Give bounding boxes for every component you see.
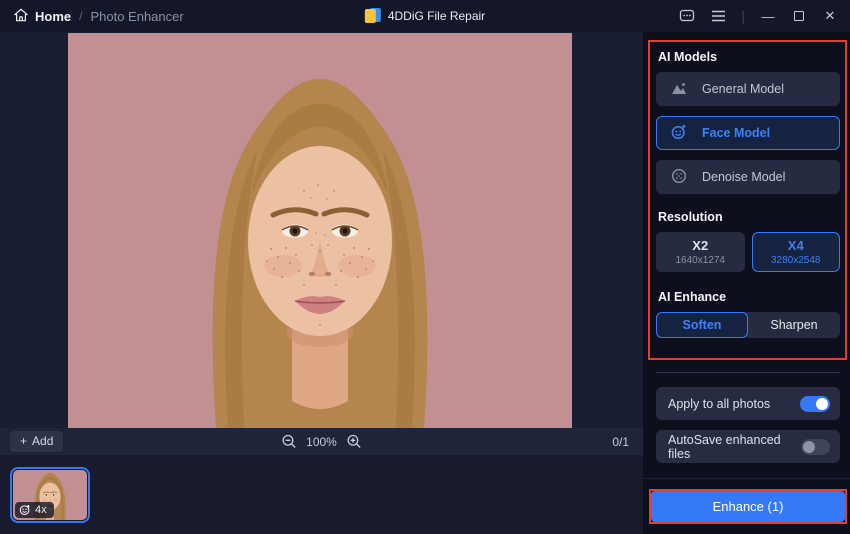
denoise-model-icon: [671, 168, 687, 187]
model-button-label: General Model: [702, 82, 784, 96]
app-title: 4DDiG File Repair: [364, 8, 486, 24]
autosave-label: AutoSave enhanced files: [668, 432, 781, 461]
toggle-knob: [803, 440, 816, 453]
scale-badge: 4x: [15, 502, 54, 518]
breadcrumb-separator: /: [79, 9, 83, 23]
zoom-in-icon[interactable]: [347, 434, 362, 449]
breadcrumb-page-label: Photo Enhancer: [90, 8, 184, 24]
apply-all-panel: Apply to all photos: [656, 387, 840, 420]
toggle-knob: [816, 397, 828, 410]
viewer-area: + Add 100% 0/1 4x: [0, 32, 643, 534]
apply-all-toggle[interactable]: [800, 395, 830, 412]
zoom-controls: 100%: [281, 434, 362, 449]
settings-sidebar: AI Models General Model Face Model Denoi…: [643, 32, 850, 534]
resolution-size: 3280x2548: [771, 255, 821, 266]
feedback-icon[interactable]: [679, 8, 695, 24]
model-button-face[interactable]: Face Model: [656, 116, 840, 150]
model-button-label: Face Model: [702, 126, 771, 140]
autosave-toggle[interactable]: [801, 438, 830, 455]
menu-icon[interactable]: [710, 8, 726, 24]
home-button[interactable]: Home: [14, 8, 71, 25]
add-button-label: Add: [32, 434, 54, 448]
sidebar-divider: [656, 372, 840, 373]
titlebar: Home / Photo Enhancer 4DDiG File Repair …: [0, 0, 850, 32]
plus-icon: +: [20, 434, 28, 448]
scale-badge-label: 4x: [35, 504, 47, 516]
breadcrumb: Home / Photo Enhancer: [0, 8, 184, 25]
close-button[interactable]: ✕: [822, 8, 838, 24]
photo-preview: [68, 33, 572, 428]
ai-models-heading: AI Models: [658, 50, 718, 64]
resolution-heading: Resolution: [658, 210, 723, 224]
app-logo-icon: [364, 8, 381, 24]
image-model-icon: [671, 81, 687, 98]
viewer-toolbar: + Add 100% 0/1: [0, 428, 643, 455]
model-button-general[interactable]: General Model: [656, 72, 840, 106]
model-button-label: Denoise Model: [702, 170, 786, 184]
add-button[interactable]: + Add: [10, 431, 64, 452]
ai-enhance-heading: AI Enhance: [658, 290, 727, 304]
autosave-panel: AutoSave enhanced files: [656, 430, 840, 463]
ai-enhance-segmented-control: Soften Sharpen: [656, 312, 840, 338]
enhanced-counter: 0/1: [612, 434, 629, 449]
home-label: Home: [35, 8, 72, 24]
maximize-button[interactable]: [791, 8, 807, 24]
filmstrip: 4x: [0, 455, 643, 534]
home-icon: [14, 8, 28, 25]
app-title-label: 4DDiG File Repair: [387, 9, 486, 23]
highlighted-enhance-box: Enhance (1): [649, 489, 847, 524]
zoom-level: 100%: [306, 434, 337, 449]
soften-option[interactable]: Soften: [656, 312, 748, 338]
resolution-x2-button[interactable]: X2 1640x1274: [656, 232, 745, 272]
highlighted-settings-box: AI Models General Model Face Model Denoi…: [648, 40, 847, 360]
sidebar-bottom-seam: [643, 478, 850, 479]
zoom-out-icon[interactable]: [281, 434, 296, 449]
resolution-label: X4: [787, 238, 804, 253]
model-button-denoise[interactable]: Denoise Model: [656, 160, 840, 194]
sharpen-option[interactable]: Sharpen: [748, 312, 840, 338]
resolution-x4-button[interactable]: X4 3280x2548: [751, 232, 840, 272]
resolution-label: X2: [692, 238, 709, 253]
face-badge-icon: [19, 504, 31, 516]
resolution-size: 1640x1274: [675, 255, 726, 266]
resolution-options: X2 1640x1274 X4 3280x2548: [656, 232, 840, 272]
face-model-icon: [671, 124, 687, 143]
minimize-button[interactable]: —: [760, 8, 776, 24]
window-controls: | — ✕: [679, 0, 838, 32]
photo-thumbnail[interactable]: 4x: [10, 467, 90, 523]
enhance-button[interactable]: Enhance (1): [651, 491, 845, 522]
window-controls-separator: |: [741, 8, 745, 24]
apply-all-label: Apply to all photos: [668, 396, 771, 411]
